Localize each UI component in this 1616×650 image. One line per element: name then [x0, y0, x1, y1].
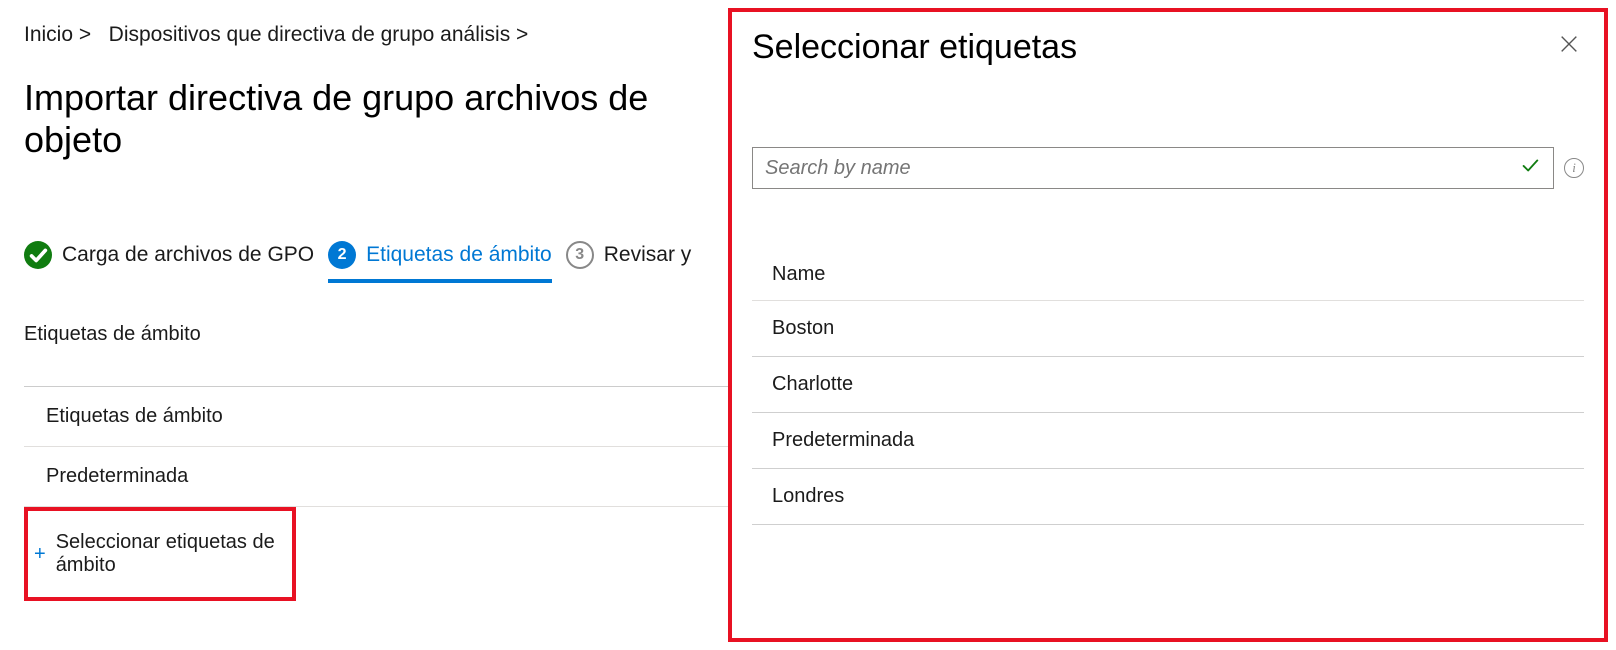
list-item[interactable]: Boston: [752, 301, 1584, 357]
panel-title: Seleccionar etiquetas: [752, 28, 1077, 67]
main-content: Inicio > Dispositivos que directiva de g…: [0, 0, 728, 650]
wizard-step-scope-tags[interactable]: 2 Etiquetas de ámbito: [328, 241, 552, 283]
breadcrumb-home[interactable]: Inicio: [24, 23, 73, 46]
column-header-name[interactable]: Name: [752, 249, 1584, 301]
tags-list: Name Boston Charlotte Predeterminada Lon…: [752, 249, 1584, 525]
list-item[interactable]: Londres: [752, 469, 1584, 525]
wizard-step-review[interactable]: 3 Revisar y: [566, 241, 692, 283]
wizard-step-label: Carga de archivos de GPO: [62, 243, 314, 267]
wizard-step-label: Revisar y: [604, 243, 692, 267]
breadcrumb-devices[interactable]: Dispositivos que directiva de grupo anál…: [109, 23, 511, 46]
step-number-badge: 2: [328, 241, 356, 269]
highlight-box: + Seleccionar etiquetas de ámbito: [24, 507, 296, 601]
checkmark-icon: [24, 241, 52, 269]
list-item[interactable]: Predeterminada: [752, 413, 1584, 469]
search-box[interactable]: [752, 147, 1554, 189]
panel-header: Seleccionar etiquetas: [752, 28, 1584, 67]
info-icon[interactable]: i: [1564, 158, 1584, 178]
search-row: i: [752, 147, 1584, 189]
close-icon: [1558, 33, 1580, 55]
plus-icon: +: [34, 543, 46, 566]
table-header: Etiquetas de ámbito: [24, 387, 728, 447]
wizard-step-label: Etiquetas de ámbito: [366, 243, 552, 267]
search-input[interactable]: [765, 157, 1519, 180]
select-scope-tags-link[interactable]: + Seleccionar etiquetas de ámbito: [34, 531, 286, 577]
section-label: Etiquetas de ámbito: [24, 323, 728, 346]
breadcrumb: Inicio > Dispositivos que directiva de g…: [24, 20, 728, 49]
checkmark-icon: [1519, 154, 1541, 182]
page-title: Importar directiva de grupo archivos de …: [24, 77, 728, 161]
breadcrumb-separator: >: [516, 23, 528, 46]
table-row[interactable]: Predeterminada: [24, 447, 728, 507]
breadcrumb-separator: >: [79, 23, 91, 46]
wizard-step-upload[interactable]: Carga de archivos de GPO: [24, 241, 314, 283]
add-link-label: Seleccionar etiquetas de ámbito: [56, 531, 286, 577]
scope-tags-table: Etiquetas de ámbito Predeterminada: [24, 386, 728, 507]
wizard-steps: Carga de archivos de GPO 2 Etiquetas de …: [24, 241, 728, 283]
close-button[interactable]: [1554, 28, 1584, 64]
list-item[interactable]: Charlotte: [752, 357, 1584, 413]
select-tags-panel: Seleccionar etiquetas i Name Boston Char…: [728, 8, 1608, 642]
step-number-badge: 3: [566, 241, 594, 269]
